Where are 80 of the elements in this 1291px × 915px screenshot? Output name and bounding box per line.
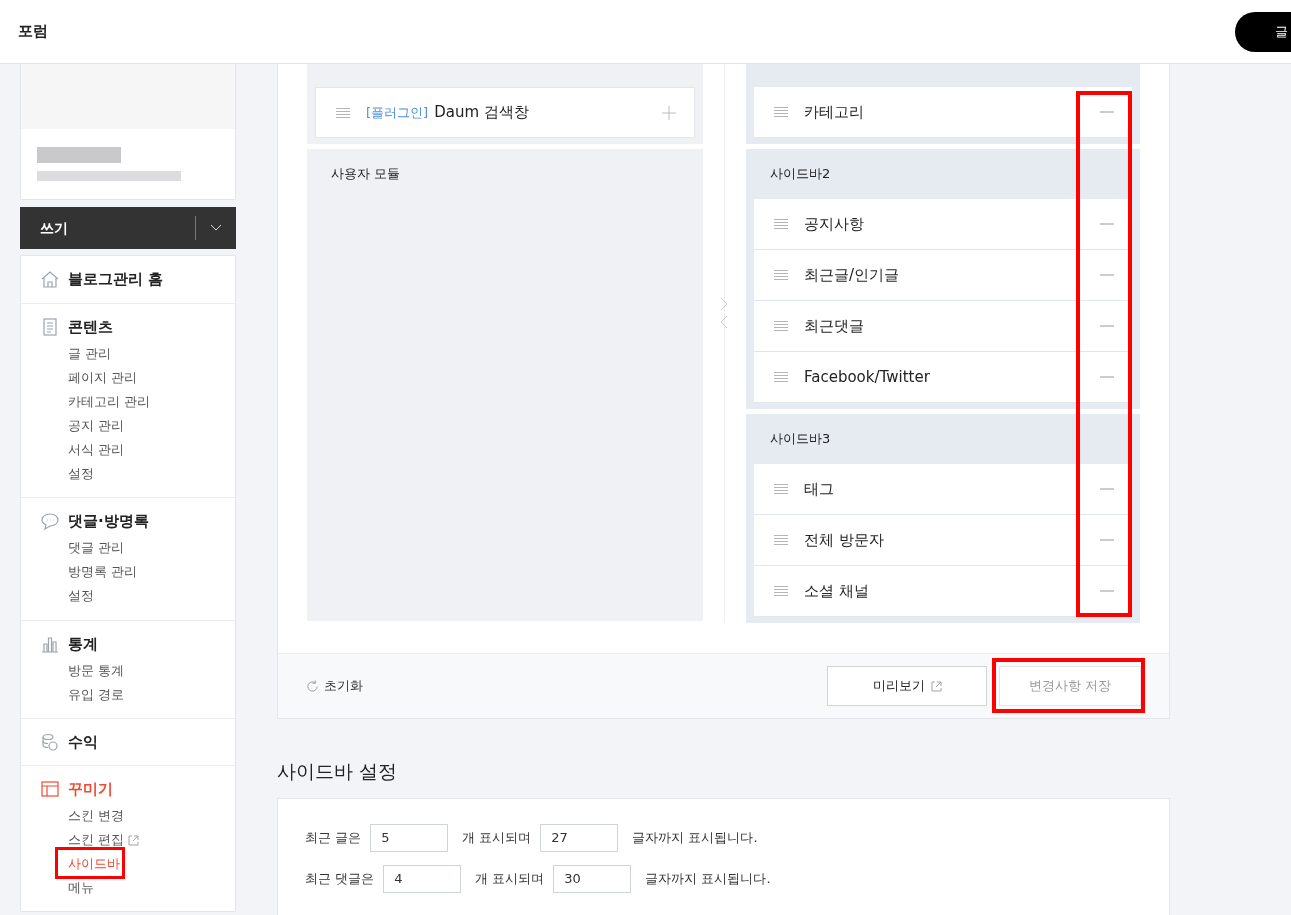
minus-icon[interactable] <box>1100 223 1114 225</box>
module-name: Daum 검색창 <box>434 102 530 124</box>
minus-icon[interactable] <box>1100 274 1114 276</box>
minus-icon[interactable] <box>1100 376 1114 378</box>
nav-item[interactable]: 설정 <box>68 587 94 606</box>
plus-icon[interactable] <box>662 105 676 120</box>
module-name: 카테고리 <box>804 101 865 123</box>
external-link-icon <box>930 680 942 692</box>
nav-section-title[interactable]: 꾸미기 <box>68 777 113 800</box>
reset-button[interactable]: 초기화 <box>306 676 827 696</box>
length-field[interactable]: 30 <box>553 864 632 893</box>
drag-handle-icon[interactable] <box>774 219 788 229</box>
nav-section-title[interactable]: 블로그관리 홈 <box>68 268 164 291</box>
drag-handle-icon[interactable] <box>774 321 788 331</box>
nav-section-title[interactable]: 통계 <box>68 632 98 655</box>
count-field[interactable]: 5 <box>370 823 449 852</box>
nav-item[interactable]: 유입 경로 <box>68 685 124 705</box>
nav-section-title[interactable]: 댓글·방명록 <box>68 510 149 533</box>
preview-button[interactable]: 미리보기 <box>827 666 987 706</box>
setting-label: 최근 글은 <box>305 828 362 847</box>
minus-icon[interactable] <box>1100 488 1114 490</box>
setting-label: 개 표시되며 <box>475 869 545 888</box>
module-name: Facebook/Twitter <box>804 366 931 388</box>
drag-handle-icon[interactable] <box>774 270 788 280</box>
drag-handle-icon[interactable] <box>774 586 788 596</box>
module-name: 전체 방문자 <box>804 529 885 551</box>
nav-item[interactable]: 설정 <box>68 464 94 484</box>
drag-handle-icon[interactable] <box>774 535 788 545</box>
nav-item[interactable]: 페이지 관리 <box>68 368 137 388</box>
nav-item[interactable]: 스킨 편집 <box>68 830 124 850</box>
nav-item[interactable]: 공지 관리 <box>68 416 124 436</box>
module-name: 공지사항 <box>804 213 865 235</box>
page-title: 포럼 <box>18 21 48 43</box>
nav-item[interactable]: 카테고리 관리 <box>68 392 150 412</box>
write-button[interactable]: 글 <box>1235 11 1291 52</box>
length-field[interactable]: 27 <box>540 823 619 852</box>
speech-bubble-icon <box>40 511 60 532</box>
drag-handle-icon[interactable] <box>774 484 788 494</box>
module-name: 태그 <box>804 478 835 500</box>
module-name: 최근댓글 <box>804 315 865 337</box>
sidebar-module-item[interactable]: 카테고리 <box>754 87 1132 138</box>
layout-icon <box>40 778 60 799</box>
nav-item[interactable]: 서식 관리 <box>68 440 124 460</box>
group-title: 사이드바2 <box>770 165 831 184</box>
drag-handle-icon[interactable] <box>774 107 788 117</box>
drag-handle-icon[interactable] <box>336 107 350 118</box>
nav-item[interactable]: 메뉴 <box>68 878 94 898</box>
module-name: 소셜 채널 <box>804 580 870 602</box>
write-label[interactable]: 쓰기 <box>20 217 195 239</box>
refresh-icon <box>306 679 319 693</box>
nav-section-title[interactable]: 수익 <box>68 731 98 754</box>
minus-icon[interactable] <box>1100 539 1114 541</box>
plugin-tag: [플러그인] <box>366 102 429 123</box>
setting-label: 개 표시되며 <box>462 828 532 847</box>
group-title: 사이드바3 <box>770 430 831 449</box>
setting-label: 글자까지 표시됩니다. <box>645 869 771 888</box>
minus-icon[interactable] <box>1100 325 1114 327</box>
setting-label: 글자까지 표시됩니다. <box>632 828 758 847</box>
module-item[interactable]: [플러그인] Daum 검색창 <box>315 87 695 138</box>
minus-icon[interactable] <box>1100 111 1114 113</box>
nav-item[interactable]: 사이드바 <box>68 854 120 874</box>
group-title: 사용자 모듈 <box>331 165 401 184</box>
nav-item[interactable]: 방문 통계 <box>68 661 124 681</box>
nav-item[interactable]: 스킨 변경 <box>68 806 124 826</box>
nav-section-title[interactable]: 콘텐츠 <box>68 315 113 338</box>
external-link-icon <box>128 834 139 846</box>
setting-label: 최근 댓글은 <box>305 869 375 888</box>
home-icon <box>40 269 60 290</box>
move-arrows-icon <box>719 297 729 329</box>
nav-item[interactable]: 댓글 관리 <box>68 539 124 558</box>
count-field[interactable]: 4 <box>383 864 462 893</box>
minus-icon[interactable] <box>1100 590 1114 592</box>
drag-handle-icon[interactable] <box>774 372 788 382</box>
nav-item[interactable]: 글 관리 <box>68 344 111 364</box>
write-menu[interactable]: 쓰기 <box>20 207 236 249</box>
nav-item[interactable]: 방명록 관리 <box>68 563 137 582</box>
section-heading: 사이드바 설정 <box>277 759 399 784</box>
coins-icon <box>40 732 60 753</box>
document-icon <box>40 316 60 337</box>
module-name: 최근글/인기글 <box>804 264 901 286</box>
